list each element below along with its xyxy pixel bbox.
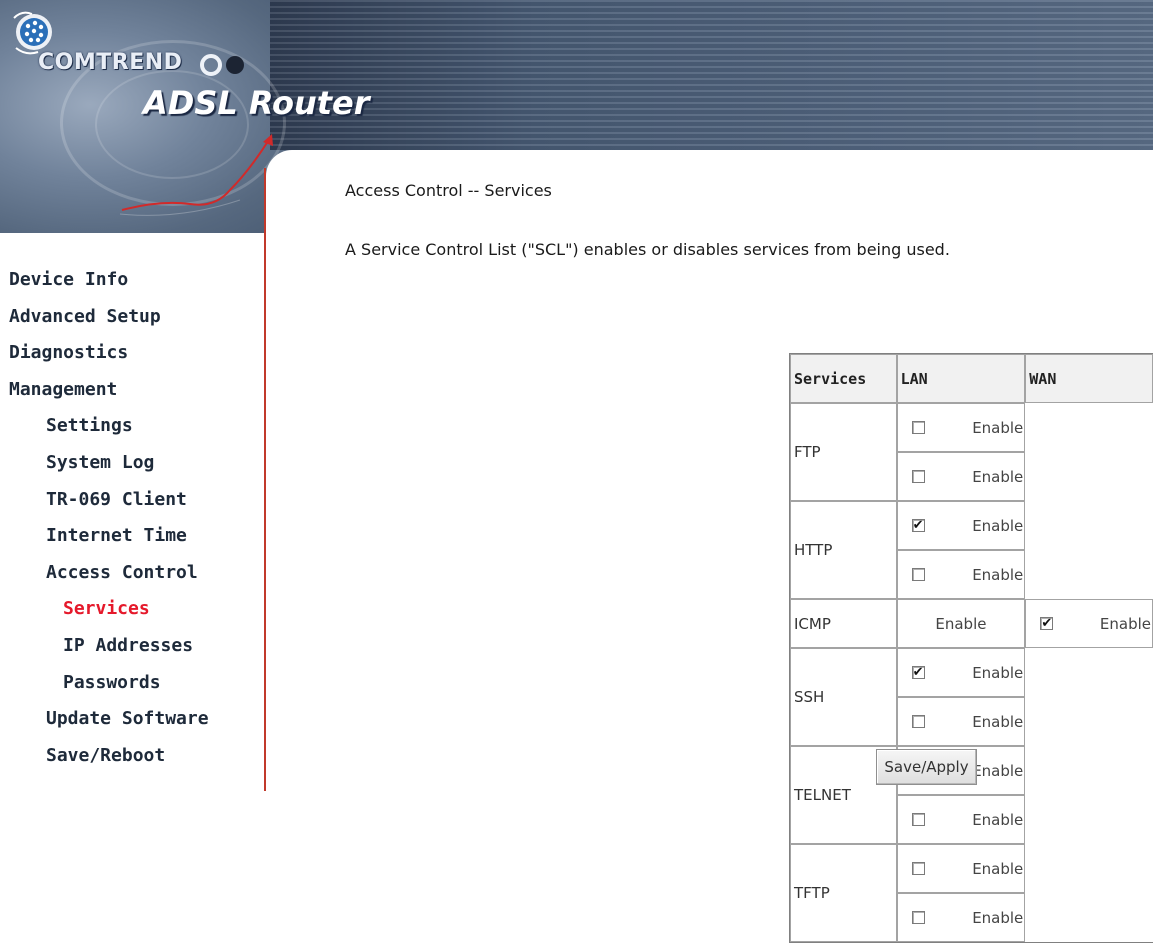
wan-enable-label: Enable [972, 565, 1024, 584]
table-header-row: Services LAN WAN [790, 354, 1153, 403]
lan-enable-checkbox[interactable] [911, 862, 925, 875]
wan-enable-checkbox[interactable] [911, 715, 925, 728]
sidebar-item-settings[interactable]: Settings [0, 408, 264, 445]
save-apply-button[interactable]: Save/Apply [876, 749, 977, 785]
service-control-table: Services LAN WAN FTP Enable Enable HTTP ✔ Ena… [789, 353, 1153, 943]
wan-enable-label: Enable [972, 467, 1024, 486]
lan-enable-cell: ✔ Enable [896, 648, 1026, 697]
lan-enable-label: Enable [972, 663, 1024, 682]
wan-enable-checkbox[interactable] [911, 568, 925, 581]
lan-enable-cell: Enable [896, 844, 1026, 893]
service-name-cell: SSH [790, 648, 897, 746]
sidebar-item-update-software[interactable]: Update Software [0, 701, 264, 738]
sidebar-item-advanced-setup[interactable]: Advanced Setup [0, 299, 264, 336]
sidebar-item-access-control[interactable]: Access Control [0, 555, 264, 592]
sidebar-divider [264, 168, 266, 791]
lan-enable-label: Enable [972, 418, 1024, 437]
sidebar-item-management[interactable]: Management [0, 372, 264, 409]
service-name-cell: ICMP [790, 599, 897, 648]
lan-enable-label: Enable [972, 516, 1024, 535]
sidebar-item-ip-addresses[interactable]: IP Addresses [0, 628, 264, 665]
page-description: A Service Control List ("SCL") enables o… [345, 240, 950, 259]
sidebar-item-passwords[interactable]: Passwords [0, 665, 264, 702]
table-row: FTP Enable Enable [790, 403, 1153, 501]
wan-enable-cell: Enable [896, 795, 1026, 844]
service-name-cell: TFTP [790, 844, 897, 942]
header-lan: LAN [896, 354, 1026, 403]
table-body: FTP Enable Enable HTTP ✔ Enable Enable ICMP Enab… [790, 403, 1153, 942]
lan-enable-cell: Enable [896, 403, 1026, 452]
table-row: SSH ✔ Enable Enable [790, 648, 1153, 746]
wan-enable-cell: Enable [896, 550, 1026, 599]
sidebar-nav: Device Info Advanced Setup Diagnostics M… [0, 262, 264, 774]
banner-stripes [270, 0, 1153, 150]
header-services: Services [790, 354, 897, 403]
service-name-cell: FTP [790, 403, 897, 501]
table-row: HTTP ✔ Enable Enable [790, 501, 1153, 599]
wan-enable-checkbox[interactable] [911, 813, 925, 826]
sidebar-item-save-reboot[interactable]: Save/Reboot [0, 738, 264, 775]
sidebar-item-services[interactable]: Services [0, 591, 264, 628]
brand-name: COMTREND [38, 50, 183, 75]
lan-enable-checkbox[interactable]: ✔ [911, 666, 925, 679]
wan-enable-checkbox[interactable] [911, 911, 925, 924]
page-title: Access Control -- Services [345, 181, 552, 200]
lan-enable-checkbox[interactable] [911, 421, 925, 434]
sidebar-item-tr069-client[interactable]: TR-069 Client [0, 482, 264, 519]
table-row: TFTP Enable Enable [790, 844, 1153, 942]
wan-enable-checkbox[interactable] [911, 470, 925, 483]
wan-enable-label: Enable [1099, 614, 1151, 633]
product-title: ADSL Router [143, 84, 370, 122]
service-name-cell: HTTP [790, 501, 897, 599]
lan-enable-cell: ✔ Enable [896, 501, 1026, 550]
wan-enable-label: Enable [972, 712, 1024, 731]
lan-enable-label: Enable [972, 761, 1024, 780]
lan-enable-checkbox[interactable]: ✔ [911, 519, 925, 532]
table-row: ICMP Enable ✔ Enable [790, 599, 1153, 648]
wan-enable-label: Enable [972, 810, 1024, 829]
sidebar-item-diagnostics[interactable]: Diagnostics [0, 335, 264, 372]
sidebar-item-device-info[interactable]: Device Info [0, 262, 264, 299]
wan-enable-cell: ✔ Enable [1025, 599, 1153, 648]
lan-enable-label: Enable [972, 859, 1024, 878]
wan-enable-cell: Enable [896, 697, 1026, 746]
sidebar-item-internet-time[interactable]: Internet Time [0, 518, 264, 555]
brand-dots-icon [200, 54, 244, 76]
wan-enable-cell: Enable [896, 452, 1026, 501]
wan-enable-label: Enable [972, 908, 1024, 927]
lan-enable-text: Enable [896, 599, 1026, 648]
header-wan: WAN [1025, 354, 1153, 403]
wan-enable-cell: Enable [896, 893, 1026, 942]
sidebar-item-system-log[interactable]: System Log [0, 445, 264, 482]
wan-enable-checkbox[interactable]: ✔ [1040, 617, 1054, 630]
